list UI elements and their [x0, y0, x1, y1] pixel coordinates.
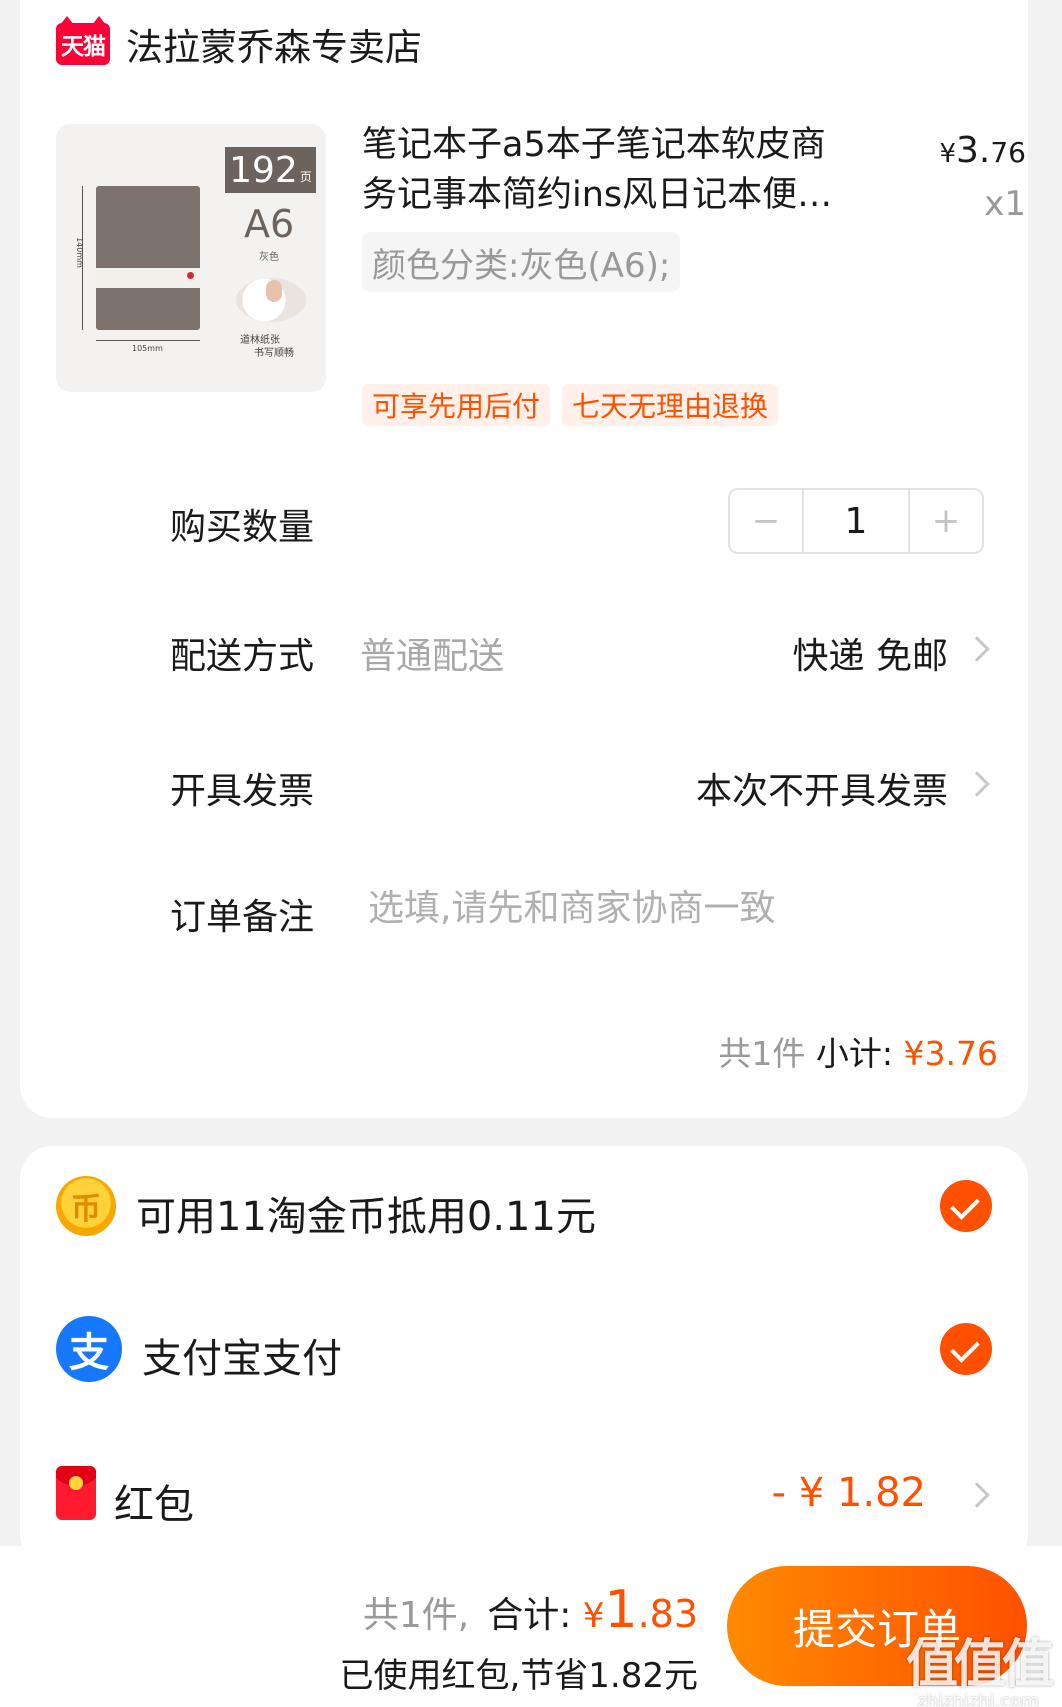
tmall-icon: 天猫: [56, 16, 110, 65]
subtotal-amount: ¥3.76: [903, 1034, 998, 1073]
red-packet-label: 红包: [114, 1482, 194, 1528]
watermark: 值值值 zhizhizhi.com: [905, 1635, 1054, 1707]
product-quantity: x1: [984, 184, 1026, 224]
pages-badge: 192 页: [225, 147, 316, 193]
alipay-icon: 支: [56, 1316, 122, 1382]
product-price: ¥3.76: [939, 130, 1026, 171]
quantity-stepper: − 1 +: [728, 488, 984, 554]
shop-header[interactable]: 天猫 法拉蒙乔森专卖店: [56, 16, 422, 69]
dimension-height: 140mm: [74, 237, 84, 268]
delivery-label: 配送方式: [170, 636, 315, 677]
coins-label: 可用11淘金币抵用0.11元: [136, 1194, 596, 1240]
product-image[interactable]: 140mm 105mm 192 页 A6 灰色 道林纸张 书写顺畅: [56, 124, 326, 392]
shop-name: 法拉蒙乔森专卖店: [126, 26, 422, 69]
quantity-value[interactable]: 1: [802, 490, 910, 552]
dimension-width: 105mm: [132, 344, 163, 353]
size-label: A6: [244, 202, 295, 246]
red-packet-icon: [56, 1466, 96, 1520]
quantity-label: 购买数量: [170, 507, 315, 548]
invoice-value[interactable]: 本次不开具发票: [696, 762, 948, 814]
service-tag-pay-later: 可享先用后付: [362, 384, 551, 426]
sku-selector[interactable]: 颜色分类:灰色(A6);: [362, 232, 681, 292]
service-tags: 可享先用后付 七天无理由退换: [362, 384, 779, 426]
delivery-method: 普通配送: [360, 636, 505, 677]
product-title[interactable]: 笔记本子a5本子笔记本软皮商务记事本简约ins风日记本便签本加厚复古手帐本: [362, 120, 844, 220]
invoice-label: 开具发票: [170, 771, 315, 812]
color-label: 灰色: [259, 252, 279, 263]
total-line: 共1件, 合计: ¥1.83: [362, 1580, 698, 1640]
subtotal: 共1件 小计: ¥3.76: [718, 1034, 998, 1073]
order-confirm-page: 天猫 法拉蒙乔森专卖店 140mm 105mm 192 页 A6 灰色 道林纸张 …: [0, 0, 1062, 1707]
notebook-cover-image: [96, 186, 200, 330]
red-packet-amount[interactable]: - ¥ 1.82: [772, 1470, 926, 1516]
delivery-value[interactable]: 快递 免邮: [793, 627, 948, 679]
paper-sample-image: [236, 278, 306, 322]
check-icon[interactable]: [940, 1323, 992, 1375]
remark-input[interactable]: [368, 888, 968, 929]
dimension-line: [96, 340, 200, 341]
taobao-coin-icon: 币: [56, 1176, 116, 1236]
service-tag-return: 七天无理由退换: [562, 384, 779, 426]
plus-button[interactable]: +: [910, 490, 982, 552]
alipay-label: 支付宝支付: [142, 1336, 342, 1382]
minus-button[interactable]: −: [730, 490, 802, 552]
saved-note: 已使用红包,节省1.82元: [339, 1656, 698, 1696]
paper-caption: 道林纸张 书写顺畅: [240, 335, 294, 359]
remark-label: 订单备注: [170, 897, 315, 938]
check-icon[interactable]: [940, 1180, 992, 1232]
